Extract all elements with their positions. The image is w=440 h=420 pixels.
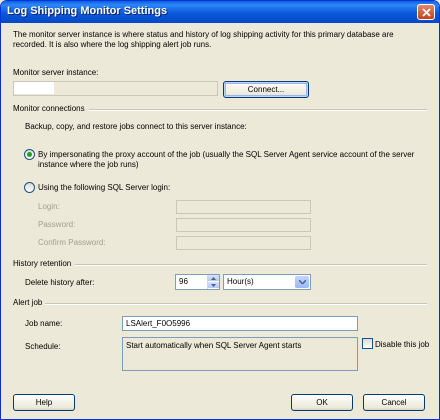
window-title: Log Shipping Monitor Settings (7, 5, 168, 17)
cancel-button[interactable]: Cancel (363, 394, 425, 411)
spinner-buttons[interactable] (207, 275, 219, 289)
group-divider (89, 109, 427, 111)
job-name-field[interactable]: LSAlert_F0O5996 (122, 316, 358, 331)
monitor-server-label: Monitor server instance: (13, 68, 99, 77)
spin-down-icon[interactable] (208, 282, 219, 289)
connect-button[interactable]: Connect... (223, 81, 309, 98)
help-button[interactable]: Help (13, 394, 75, 411)
login-label: Login: (38, 202, 60, 211)
sql-login-radio-label[interactable]: Using the following SQL Server login: (38, 183, 170, 192)
password-field[interactable] (176, 218, 311, 232)
delete-history-value: 96 (179, 277, 188, 286)
alert-job-group-label: Alert job (13, 298, 43, 307)
ok-button[interactable]: OK (291, 394, 353, 411)
disable-job-label[interactable]: Disable this job (375, 340, 431, 350)
job-name-label: Job name: (25, 319, 63, 328)
title-bar[interactable]: Log Shipping Monitor Settings (1, 1, 439, 23)
password-label: Password: (38, 220, 76, 229)
radio-selected-dot (27, 152, 32, 157)
schedule-label: Schedule: (25, 342, 61, 351)
spin-up-icon[interactable] (208, 275, 219, 282)
delete-history-label: Delete history after: (25, 278, 95, 287)
dialog-window: Log Shipping Monitor Settings The monito… (0, 0, 440, 420)
intro-text: The monitor server instance is where sta… (13, 30, 394, 49)
group-divider (45, 303, 427, 305)
impersonate-radio[interactable] (24, 149, 35, 160)
history-unit-value: Hour(s) (227, 277, 254, 286)
group-divider (75, 264, 427, 266)
login-field[interactable] (176, 200, 311, 214)
schedule-field: Start automatically when SQL Server Agen… (122, 337, 358, 371)
monitor-connections-group-label: Monitor connections (13, 104, 85, 113)
monitor-server-text-highlight (14, 82, 54, 94)
close-button[interactable] (417, 4, 435, 20)
confirm-password-label: Confirm Password: (38, 238, 106, 247)
history-retention-group-label: History retention (13, 259, 72, 268)
sql-login-radio[interactable] (24, 182, 35, 193)
confirm-password-field[interactable] (176, 236, 311, 250)
disable-job-checkbox[interactable] (362, 338, 373, 349)
impersonate-radio-label[interactable]: By impersonating the proxy account of th… (38, 150, 422, 170)
history-unit-dropdown[interactable]: Hour(s) (223, 274, 311, 290)
connections-description: Backup, copy, and restore jobs connect t… (25, 122, 247, 131)
close-icon (421, 8, 431, 17)
chevron-down-icon[interactable] (295, 276, 309, 288)
